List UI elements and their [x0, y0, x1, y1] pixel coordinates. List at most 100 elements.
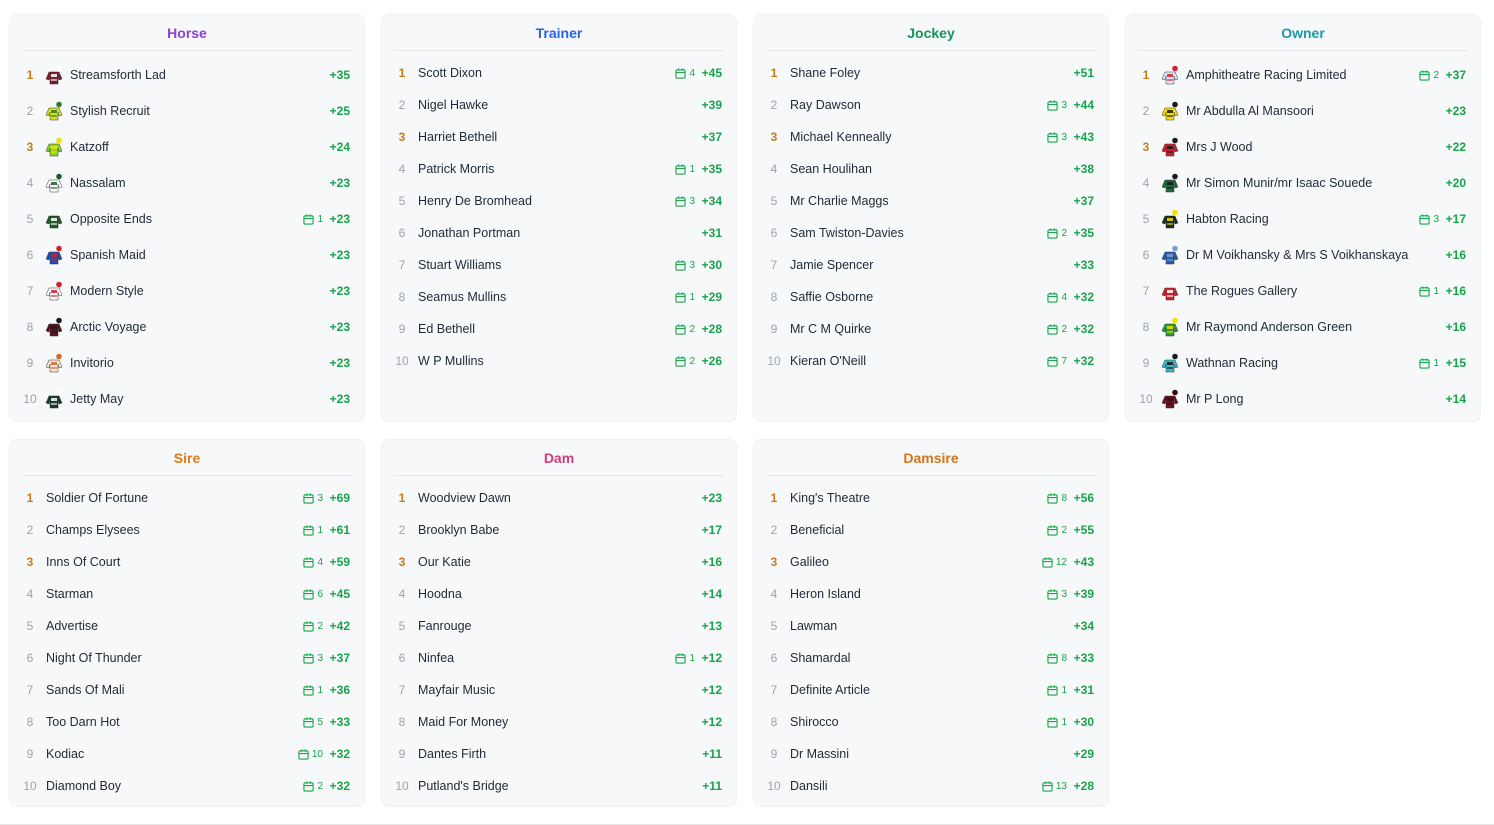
dam-name-link[interactable]: Fanrouge — [418, 619, 700, 633]
jockey-name-link[interactable]: Jamie Spencer — [790, 258, 1072, 272]
sire-name-link[interactable]: Diamond Boy — [46, 779, 303, 793]
owner-row[interactable]: 3 Mrs J Wood +22 — [1126, 129, 1480, 165]
damsire-name-link[interactable]: Beneficial — [790, 523, 1047, 537]
owner-row[interactable]: 4 Mr Simon Munir/mr Isaac Souede +20 — [1126, 165, 1480, 201]
trainer-row[interactable]: 2 Nigel Hawke +39 — [382, 89, 736, 121]
owner-row[interactable]: 1 Amphitheatre Racing Limited 2 +37 — [1126, 57, 1480, 93]
owner-name-link[interactable]: Wathnan Racing — [1186, 356, 1419, 370]
sire-name-link[interactable]: Champs Elysees — [46, 523, 303, 537]
sire-row[interactable]: 5 Advertise 2 +42 — [10, 610, 364, 642]
horse-name-link[interactable]: Streamsforth Lad — [70, 68, 328, 82]
trainer-name-link[interactable]: Henry De Bromhead — [418, 194, 675, 208]
dam-name-link[interactable]: Our Katie — [418, 555, 700, 569]
horse-row[interactable]: 6 Spanish Maid +23 — [10, 237, 364, 273]
sire-name-link[interactable]: Soldier Of Fortune — [46, 491, 303, 505]
owner-row[interactable]: 5 Habton Racing 3 +17 — [1126, 201, 1480, 237]
sire-name-link[interactable]: Starman — [46, 587, 303, 601]
damsire-row[interactable]: 5 Lawman +34 — [754, 610, 1108, 642]
owner-name-link[interactable]: Mr Simon Munir/mr Isaac Souede — [1186, 176, 1444, 190]
jockey-row[interactable]: 6 Sam Twiston-Davies 2 +35 — [754, 217, 1108, 249]
damsire-name-link[interactable]: Dansili — [790, 779, 1042, 793]
dam-row[interactable]: 1 Woodview Dawn +23 — [382, 482, 736, 514]
dam-name-link[interactable]: Woodview Dawn — [418, 491, 700, 505]
jockey-name-link[interactable]: Sean Houlihan — [790, 162, 1072, 176]
sire-row[interactable]: 6 Night Of Thunder 3 +37 — [10, 642, 364, 674]
dam-row[interactable]: 2 Brooklyn Babe +17 — [382, 514, 736, 546]
jockey-row[interactable]: 7 Jamie Spencer +33 — [754, 249, 1108, 281]
owner-name-link[interactable]: Mrs J Wood — [1186, 140, 1444, 154]
horse-name-link[interactable]: Modern Style — [70, 284, 328, 298]
jockey-name-link[interactable]: Michael Kenneally — [790, 130, 1047, 144]
dam-row[interactable]: 6 Ninfea 1 +12 — [382, 642, 736, 674]
horse-name-link[interactable]: Spanish Maid — [70, 248, 328, 262]
dam-row[interactable]: 3 Our Katie +16 — [382, 546, 736, 578]
damsire-row[interactable]: 6 Shamardal 8 +33 — [754, 642, 1108, 674]
trainer-name-link[interactable]: Stuart Williams — [418, 258, 675, 272]
damsire-name-link[interactable]: Shirocco — [790, 715, 1047, 729]
owner-row[interactable]: 9 Wathnan Racing 1 +15 — [1126, 345, 1480, 381]
owner-name-link[interactable]: Mr Raymond Anderson Green — [1186, 320, 1444, 334]
trainer-row[interactable]: 5 Henry De Bromhead 3 +34 — [382, 185, 736, 217]
damsire-row[interactable]: 10 Dansili 13 +28 — [754, 770, 1108, 802]
sire-name-link[interactable]: Too Darn Hot — [46, 715, 303, 729]
trainer-row[interactable]: 1 Scott Dixon 4 +45 — [382, 57, 736, 89]
owner-name-link[interactable]: Mr Abdulla Al Mansoori — [1186, 104, 1444, 118]
damsire-name-link[interactable]: King's Theatre — [790, 491, 1047, 505]
owner-row[interactable]: 8 Mr Raymond Anderson Green +16 — [1126, 309, 1480, 345]
trainer-name-link[interactable]: Nigel Hawke — [418, 98, 700, 112]
sire-name-link[interactable]: Night Of Thunder — [46, 651, 303, 665]
jockey-name-link[interactable]: Sam Twiston-Davies — [790, 226, 1047, 240]
horse-name-link[interactable]: Jetty May — [70, 392, 328, 406]
trainer-name-link[interactable]: Patrick Morris — [418, 162, 675, 176]
horse-row[interactable]: 8 Arctic Voyage +23 — [10, 309, 364, 345]
jockey-row[interactable]: 5 Mr Charlie Maggs +37 — [754, 185, 1108, 217]
horse-name-link[interactable]: Katzoff — [70, 140, 328, 154]
dam-name-link[interactable]: Hoodna — [418, 587, 700, 601]
horse-name-link[interactable]: Arctic Voyage — [70, 320, 328, 334]
owner-name-link[interactable]: Mr P Long — [1186, 392, 1444, 406]
sire-row[interactable]: 9 Kodiac 10 +32 — [10, 738, 364, 770]
dam-row[interactable]: 9 Dantes Firth +11 — [382, 738, 736, 770]
trainer-name-link[interactable]: W P Mullins — [418, 354, 675, 368]
horse-row[interactable]: 3 Katzoff +24 — [10, 129, 364, 165]
damsire-row[interactable]: 4 Heron Island 3 +39 — [754, 578, 1108, 610]
horse-name-link[interactable]: Stylish Recruit — [70, 104, 328, 118]
sire-name-link[interactable]: Kodiac — [46, 747, 298, 761]
horse-row[interactable]: 5 Opposite Ends 1 +23 — [10, 201, 364, 237]
horse-row[interactable]: 7 Modern Style +23 — [10, 273, 364, 309]
dam-name-link[interactable]: Ninfea — [418, 651, 675, 665]
trainer-name-link[interactable]: Scott Dixon — [418, 66, 675, 80]
owner-name-link[interactable]: Dr M Voikhansky & Mrs S Voikhanskaya — [1186, 248, 1444, 262]
trainer-row[interactable]: 10 W P Mullins 2 +26 — [382, 345, 736, 377]
trainer-row[interactable]: 6 Jonathan Portman +31 — [382, 217, 736, 249]
sire-row[interactable]: 1 Soldier Of Fortune 3 +69 — [10, 482, 364, 514]
trainer-row[interactable]: 3 Harriet Bethell +37 — [382, 121, 736, 153]
owner-row[interactable]: 6 Dr M Voikhansky & Mrs S Voikhanskaya +16 — [1126, 237, 1480, 273]
sire-row[interactable]: 10 Diamond Boy 2 +32 — [10, 770, 364, 802]
damsire-row[interactable]: 8 Shirocco 1 +30 — [754, 706, 1108, 738]
damsire-row[interactable]: 9 Dr Massini +29 — [754, 738, 1108, 770]
jockey-name-link[interactable]: Kieran O'Neill — [790, 354, 1047, 368]
owner-name-link[interactable]: Amphitheatre Racing Limited — [1186, 68, 1419, 82]
dam-row[interactable]: 10 Putland's Bridge +11 — [382, 770, 736, 802]
dam-row[interactable]: 4 Hoodna +14 — [382, 578, 736, 610]
dam-name-link[interactable]: Dantes Firth — [418, 747, 700, 761]
dam-name-link[interactable]: Maid For Money — [418, 715, 700, 729]
damsire-row[interactable]: 3 Galileo 12 +43 — [754, 546, 1108, 578]
dam-row[interactable]: 7 Mayfair Music +12 — [382, 674, 736, 706]
damsire-name-link[interactable]: Dr Massini — [790, 747, 1072, 761]
sire-row[interactable]: 2 Champs Elysees 1 +61 — [10, 514, 364, 546]
jockey-row[interactable]: 4 Sean Houlihan +38 — [754, 153, 1108, 185]
horse-row[interactable]: 2 Stylish Recruit +25 — [10, 93, 364, 129]
damsire-name-link[interactable]: Heron Island — [790, 587, 1047, 601]
owner-row[interactable]: 10 Mr P Long +14 — [1126, 381, 1480, 417]
jockey-name-link[interactable]: Mr C M Quirke — [790, 322, 1047, 336]
jockey-name-link[interactable]: Mr Charlie Maggs — [790, 194, 1072, 208]
owner-name-link[interactable]: Habton Racing — [1186, 212, 1419, 226]
damsire-row[interactable]: 1 King's Theatre 8 +56 — [754, 482, 1108, 514]
sire-row[interactable]: 7 Sands Of Mali 1 +36 — [10, 674, 364, 706]
trainer-row[interactable]: 7 Stuart Williams 3 +30 — [382, 249, 736, 281]
damsire-row[interactable]: 7 Definite Article 1 +31 — [754, 674, 1108, 706]
dam-row[interactable]: 8 Maid For Money +12 — [382, 706, 736, 738]
jockey-row[interactable]: 2 Ray Dawson 3 +44 — [754, 89, 1108, 121]
